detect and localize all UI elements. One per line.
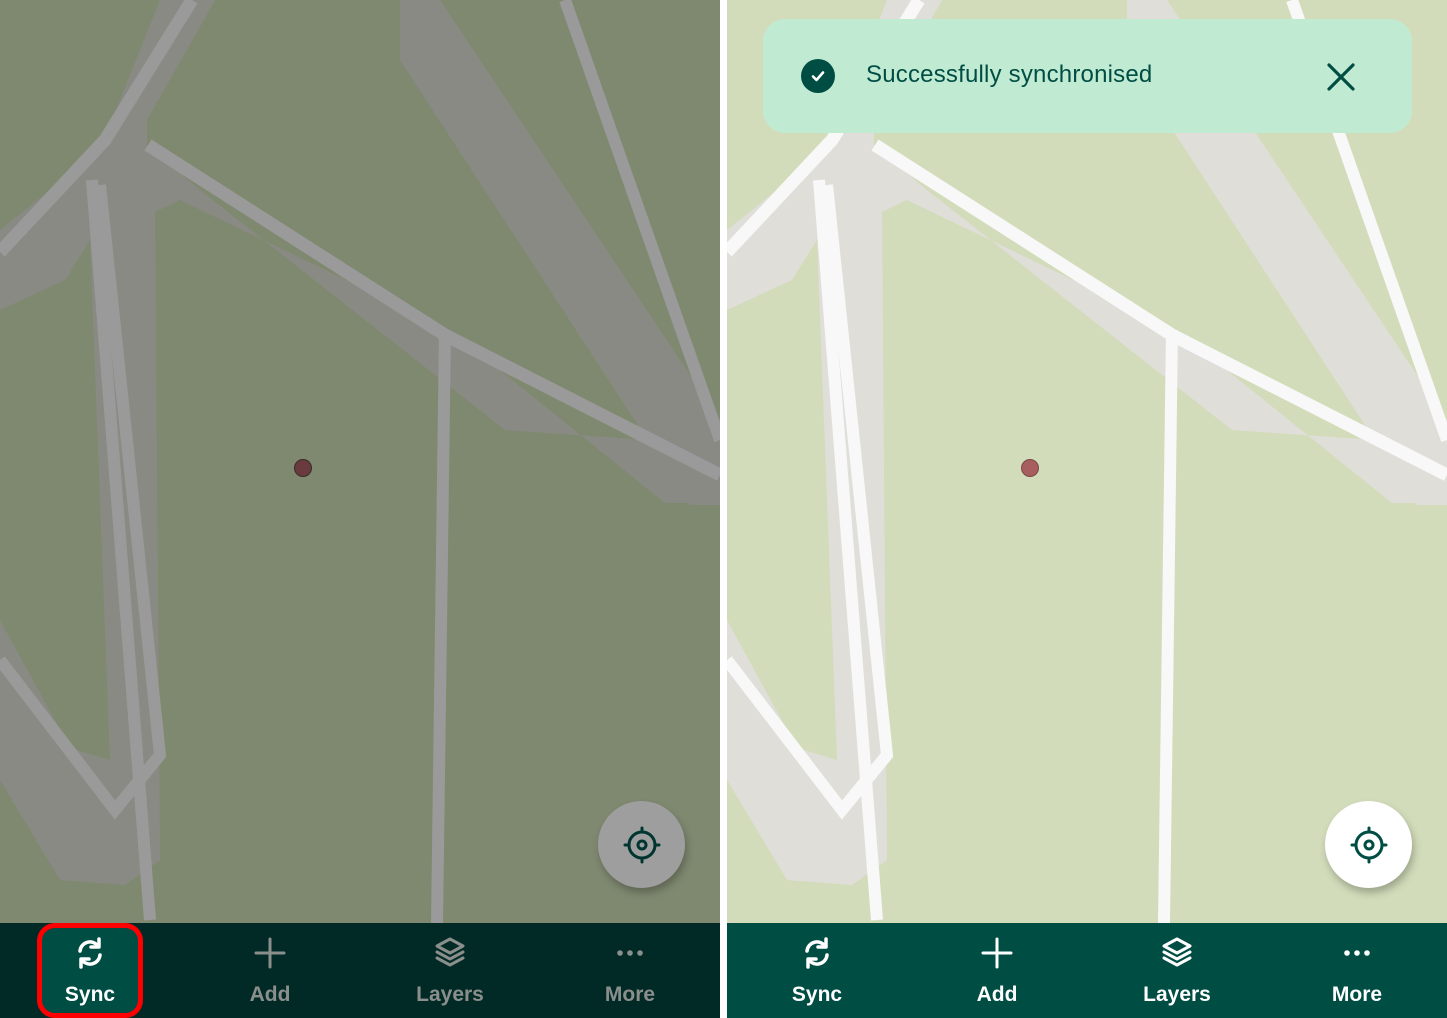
- plus-icon: [250, 933, 290, 973]
- toast-message: Successfully synchronised: [866, 61, 1153, 88]
- nav-sync-label: Sync: [64, 983, 116, 1006]
- more-horizontal-icon: [1337, 933, 1377, 973]
- nav-add-label: Add: [976, 983, 1018, 1006]
- left-screen: Sync Add Layers More: [0, 0, 720, 1018]
- nav-layers-button[interactable]: Layers: [360, 923, 540, 1018]
- close-icon: [1327, 63, 1355, 91]
- map-canvas[interactable]: [0, 0, 720, 923]
- gps-locate-icon: [1350, 826, 1387, 863]
- nav-more-label: More: [1331, 983, 1383, 1006]
- nav-more-label: More: [604, 983, 656, 1006]
- sync-icon: [70, 933, 110, 973]
- nav-sync-label: Sync: [791, 983, 843, 1006]
- location-marker[interactable]: [1021, 459, 1039, 477]
- right-screen: Successfully synchronised Sync Add Layer…: [727, 0, 1447, 1018]
- bottom-navigation: Sync Add Layers More: [0, 923, 720, 1018]
- nav-layers-button[interactable]: Layers: [1087, 923, 1267, 1018]
- more-horizontal-icon: [610, 933, 650, 973]
- plus-icon: [977, 933, 1017, 973]
- nav-layers-label: Layers: [1143, 983, 1211, 1006]
- sync-success-toast: Successfully synchronised: [763, 19, 1412, 133]
- locate-me-button[interactable]: [598, 801, 685, 888]
- gps-locate-icon: [623, 826, 660, 863]
- map-view[interactable]: [0, 0, 720, 923]
- nav-add-button[interactable]: Add: [180, 923, 360, 1018]
- nav-layers-label: Layers: [416, 983, 484, 1006]
- nav-more-button[interactable]: More: [1267, 923, 1447, 1018]
- bottom-navigation: Sync Add Layers More: [727, 923, 1447, 1018]
- nav-sync-button[interactable]: Sync: [727, 923, 907, 1018]
- nav-add-button[interactable]: Add: [907, 923, 1087, 1018]
- map-canvas[interactable]: [727, 0, 1447, 923]
- nav-sync-button[interactable]: Sync: [0, 923, 180, 1018]
- location-marker[interactable]: [294, 459, 312, 477]
- layers-icon: [1157, 933, 1197, 973]
- nav-add-label: Add: [249, 983, 291, 1006]
- layers-icon: [430, 933, 470, 973]
- locate-me-button[interactable]: [1325, 801, 1412, 888]
- sync-icon: [797, 933, 837, 973]
- toast-close-button[interactable]: [1324, 60, 1358, 94]
- nav-more-button[interactable]: More: [540, 923, 720, 1018]
- check-circle-icon: [801, 59, 835, 93]
- map-view[interactable]: [727, 0, 1447, 923]
